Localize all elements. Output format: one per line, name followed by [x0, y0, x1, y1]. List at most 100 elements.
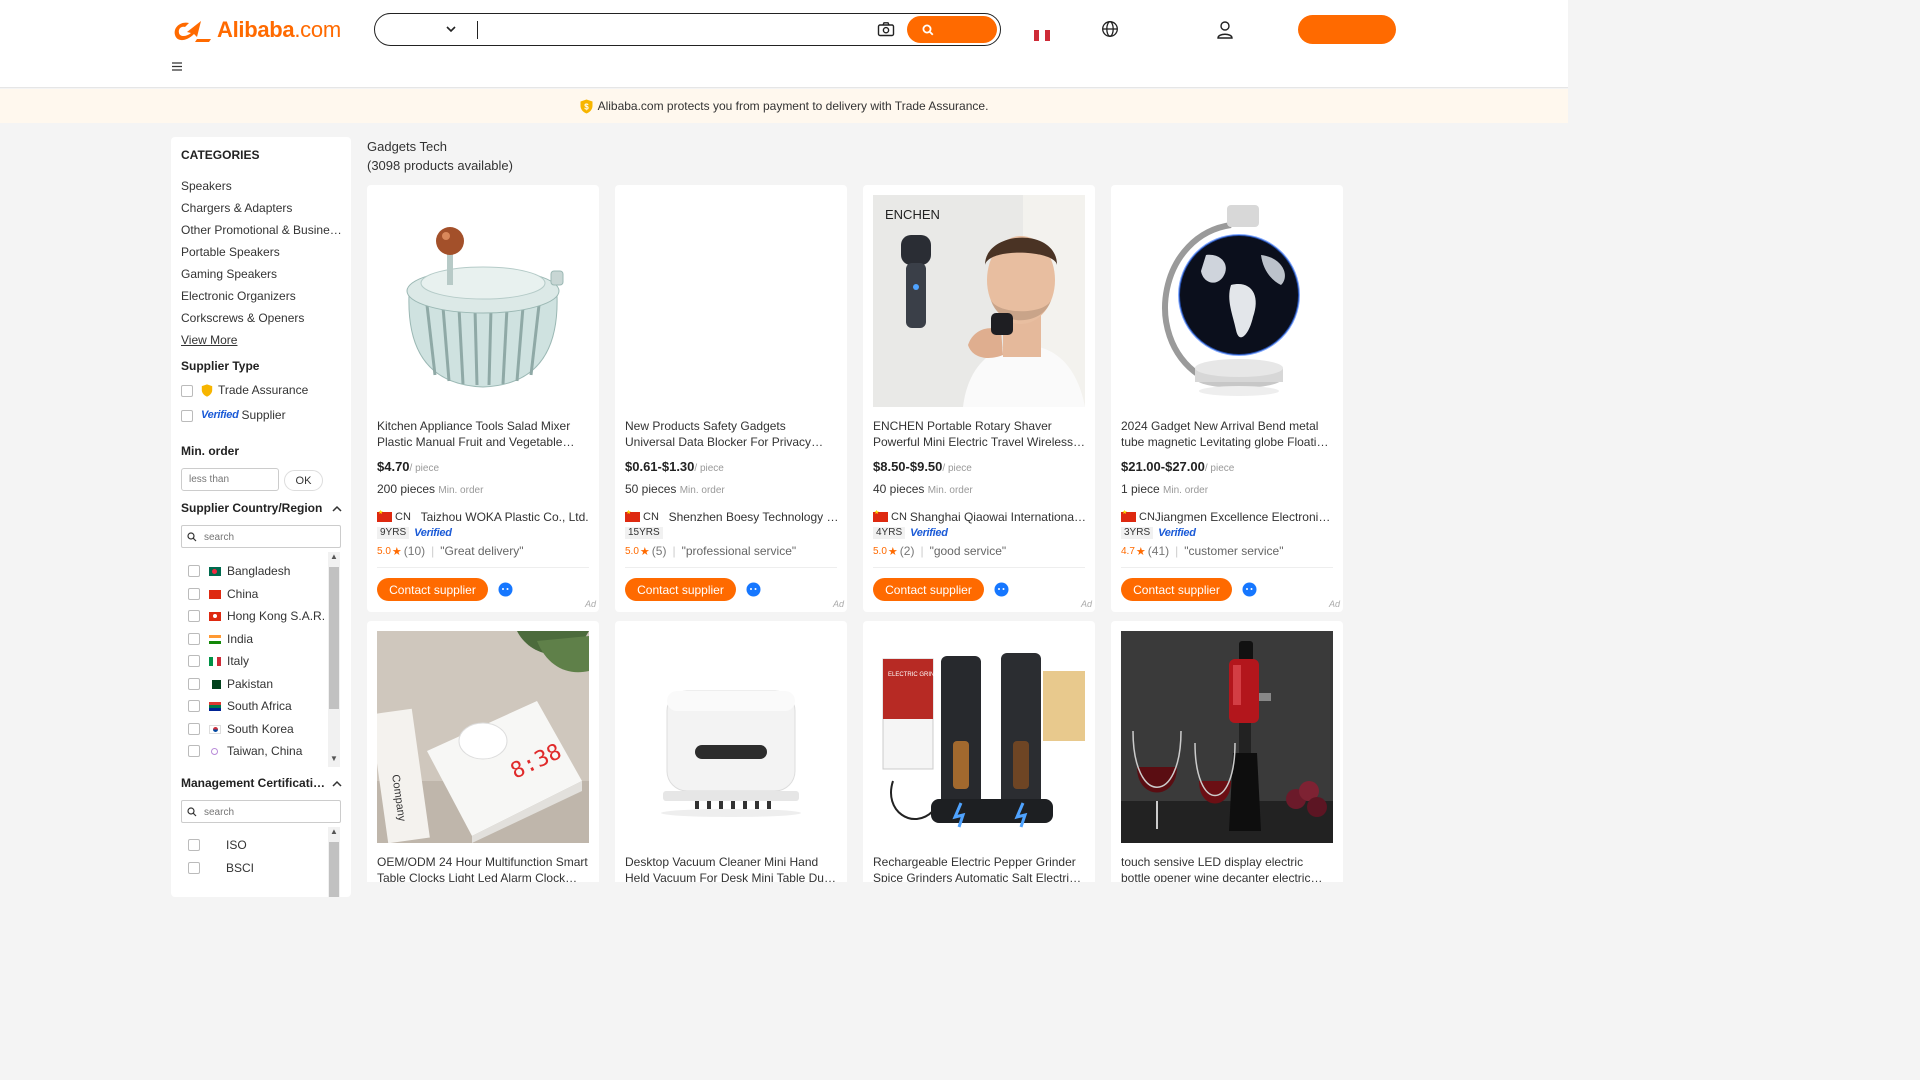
country-flag-icon[interactable] [1034, 30, 1050, 41]
trade-assurance-filter[interactable]: Trade Assurance [201, 383, 308, 397]
product-title[interactable]: Kitchen Appliance Tools Salad Mixer Plas… [377, 418, 591, 450]
supplier-name[interactable]: CNJiangmen Excellence Electronic Technol… [1121, 510, 1335, 524]
product-image-salad-spinner[interactable] [377, 195, 589, 407]
cert-option-iso[interactable]: ISO [188, 837, 247, 853]
category-link[interactable]: Gaming Speakers [181, 267, 343, 281]
chat-icon[interactable] [498, 582, 513, 597]
search-input[interactable] [483, 16, 863, 42]
country-checkbox[interactable] [188, 745, 200, 757]
category-link[interactable]: Corkscrews & Openers [181, 311, 343, 325]
cert-list-scroll-thumb[interactable] [329, 842, 339, 897]
verified-supplier-checkbox[interactable] [181, 410, 193, 422]
country-option-south-korea[interactable]: South Korea [188, 721, 294, 737]
country-list-scroll-thumb[interactable] [329, 567, 339, 709]
trade-assurance-banner[interactable]: $ Alibaba.com protects you from payment … [0, 89, 1568, 123]
sign-up-button[interactable] [1298, 15, 1396, 44]
contact-supplier-button[interactable]: Contact supplier [873, 578, 984, 601]
chat-icon[interactable] [1242, 582, 1257, 597]
divider [873, 567, 1085, 568]
product-image-desk-vacuum[interactable] [625, 631, 837, 843]
product-card[interactable]: ELECTRIC GRINDER SET Rechargeable Electr… [863, 621, 1095, 882]
contact-supplier-button[interactable]: Contact supplier [377, 578, 488, 601]
country-checkbox[interactable] [188, 655, 200, 667]
product-card[interactable]: ENCHEN ENCHEN Portable Rotary Shaver Pow… [863, 185, 1095, 612]
chevron-up-icon[interactable] [332, 505, 342, 512]
scroll-down-arrow-icon[interactable]: ▼ [329, 754, 339, 763]
product-title[interactable]: Desktop Vacuum Cleaner Mini Hand Held Va… [625, 854, 839, 882]
country-option-bangladesh[interactable]: Bangladesh [188, 563, 290, 579]
cert-checkbox[interactable] [188, 839, 200, 851]
country-option-hong-kong[interactable]: Hong Kong S.A.R. [188, 608, 325, 624]
country-option-india[interactable]: India [188, 631, 253, 647]
product-card[interactable]: Kitchen Appliance Tools Salad Mixer Plas… [367, 185, 599, 612]
category-link[interactable]: Speakers [181, 179, 343, 193]
country-option-south-africa[interactable]: South Africa [188, 698, 292, 714]
country-checkbox[interactable] [188, 588, 200, 600]
scroll-up-arrow-icon[interactable]: ▲ [329, 827, 339, 836]
min-order-input[interactable] [181, 468, 279, 491]
user-icon[interactable] [1216, 20, 1234, 39]
product-image-alarm-clock[interactable]: Company 8:38 [377, 631, 589, 843]
trade-assurance-checkbox[interactable] [181, 385, 193, 397]
search-icon [187, 532, 197, 542]
country-checkbox[interactable] [188, 633, 200, 645]
contact-supplier-button[interactable]: Contact supplier [625, 578, 736, 601]
product-image-shaver[interactable]: ENCHEN [873, 195, 1085, 407]
product-card[interactable]: touch sensive LED display electric bottl… [1111, 621, 1343, 882]
product-card[interactable]: 2024 Gadget New Arrival Bend metal tube … [1111, 185, 1343, 612]
country-checkbox[interactable] [188, 610, 200, 622]
supplier-badges: 4YRS Verified [873, 527, 951, 539]
category-link[interactable]: Electronic Organizers [181, 289, 343, 303]
verified-supplier-filter[interactable]: Verified Supplier [201, 408, 286, 422]
supplier-name[interactable]: CN Shenzhen Boesy Technology Co., Ltd. [625, 510, 839, 524]
scroll-up-arrow-icon[interactable]: ▲ [329, 552, 339, 561]
country-checkbox[interactable] [188, 723, 200, 735]
product-card[interactable]: Company 8:38 OEM/ODM 24 Hour Multifuncti… [367, 621, 599, 882]
camera-icon[interactable] [877, 21, 895, 37]
chevron-down-icon[interactable] [445, 23, 457, 35]
chat-icon[interactable] [994, 582, 1009, 597]
category-link[interactable]: Chargers & Adapters [181, 201, 343, 215]
country-search-input[interactable] [204, 529, 334, 545]
product-card[interactable]: Desktop Vacuum Cleaner Mini Hand Held Va… [615, 621, 847, 882]
product-title[interactable]: ENCHEN Portable Rotary Shaver Powerful M… [873, 418, 1087, 450]
contact-supplier-button[interactable]: Contact supplier [1121, 578, 1232, 601]
min-order-ok-button[interactable]: OK [284, 470, 323, 491]
product-title[interactable]: New Products Safety Gadgets Universal Da… [625, 418, 839, 450]
product-title[interactable]: OEM/ODM 24 Hour Multifunction Smart Tabl… [377, 854, 591, 882]
cert-option-bsci[interactable]: BSCI [188, 860, 254, 876]
country-option-italy[interactable]: Italy [188, 653, 249, 669]
product-title[interactable]: Rechargeable Electric Pepper Grinder Spi… [873, 854, 1087, 882]
alibaba-logo[interactable]: Alibaba.com [171, 14, 341, 46]
chevron-up-icon[interactable] [332, 780, 342, 787]
supplier-name[interactable]: CNShanghai Qiaowai International Trade C… [873, 510, 1087, 524]
product-title[interactable]: touch sensive LED display electric bottl… [1121, 854, 1335, 882]
country-option-taiwan[interactable]: Taiwan, China [188, 743, 302, 759]
pakistan-flag-icon [209, 679, 221, 689]
china-flag-icon [377, 510, 392, 522]
product-price: $21.00-$27.00/ piece [1121, 459, 1235, 474]
cert-checkbox[interactable] [188, 862, 200, 874]
country-checkbox[interactable] [188, 565, 200, 577]
supplier-name[interactable]: CN Taizhou WOKA Plastic Co., Ltd. [377, 510, 591, 524]
country-option-pakistan[interactable]: Pakistan [188, 676, 273, 692]
product-image-pepper-grinder[interactable]: ELECTRIC GRINDER SET [873, 631, 1085, 843]
product-card[interactable]: New Products Safety Gadgets Universal Da… [615, 185, 847, 612]
product-image-wine-decanter[interactable] [1121, 631, 1333, 843]
country-option-china[interactable]: China [188, 586, 258, 602]
country-checkbox[interactable] [188, 678, 200, 690]
product-image-placeholder[interactable] [625, 195, 837, 407]
search-button[interactable] [907, 16, 997, 43]
product-title[interactable]: 2024 Gadget New Arrival Bend metal tube … [1121, 418, 1335, 450]
menu-icon[interactable] [172, 62, 182, 71]
management-certification-heading[interactable]: Management Certification [181, 776, 326, 790]
category-link[interactable]: Other Promotional & Business Gifts [181, 223, 343, 237]
certification-search-input[interactable] [204, 804, 334, 820]
category-link[interactable]: Portable Speakers [181, 245, 343, 259]
globe-icon[interactable] [1101, 20, 1119, 38]
country-checkbox[interactable] [188, 700, 200, 712]
view-more-link[interactable]: View More [181, 333, 237, 347]
chat-icon[interactable] [746, 582, 761, 597]
country-region-heading[interactable]: Supplier Country/Region [181, 501, 322, 515]
product-image-levitating-globe[interactable] [1121, 195, 1333, 407]
